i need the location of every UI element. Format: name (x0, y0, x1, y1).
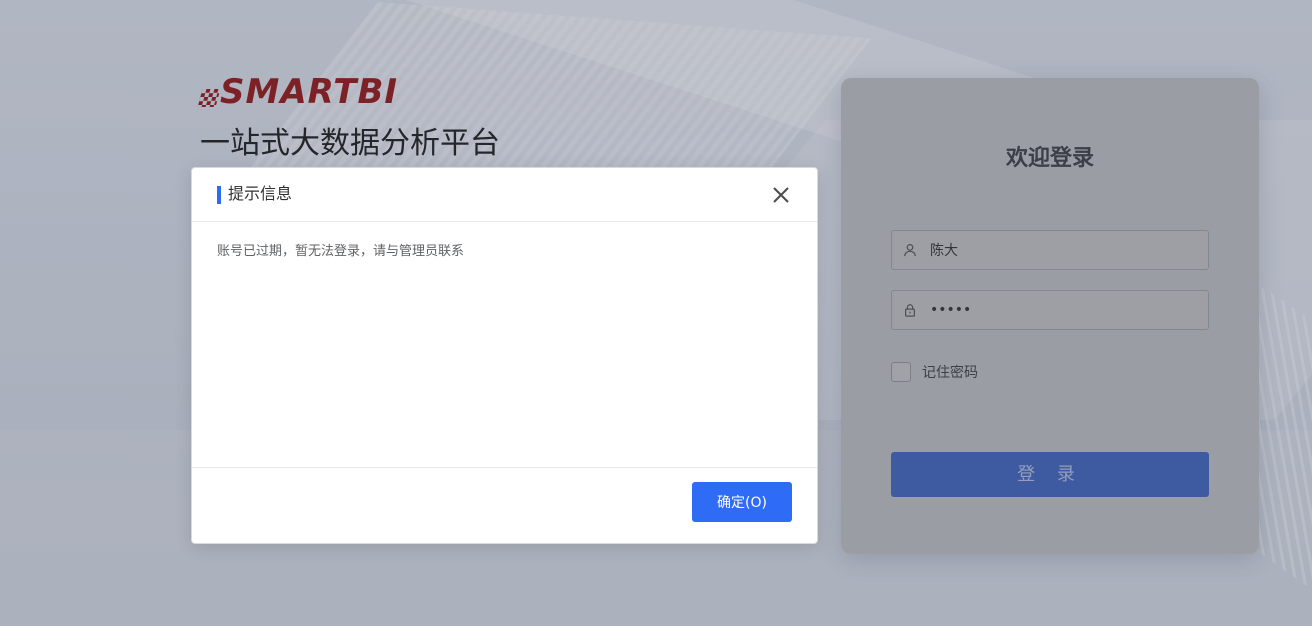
title-accent-bar (217, 186, 221, 204)
alert-dialog: 提示信息 账号已过期，暂无法登录，请与管理员联系 确定(O) (191, 167, 818, 544)
dialog-header: 提示信息 (192, 168, 817, 222)
close-icon[interactable] (771, 185, 791, 205)
dialog-message: 账号已过期，暂无法登录，请与管理员联系 (217, 244, 465, 259)
dialog-title: 提示信息 (228, 184, 293, 203)
dialog-footer: 确定(O) (192, 467, 817, 543)
ok-button[interactable]: 确定(O) (692, 482, 792, 522)
